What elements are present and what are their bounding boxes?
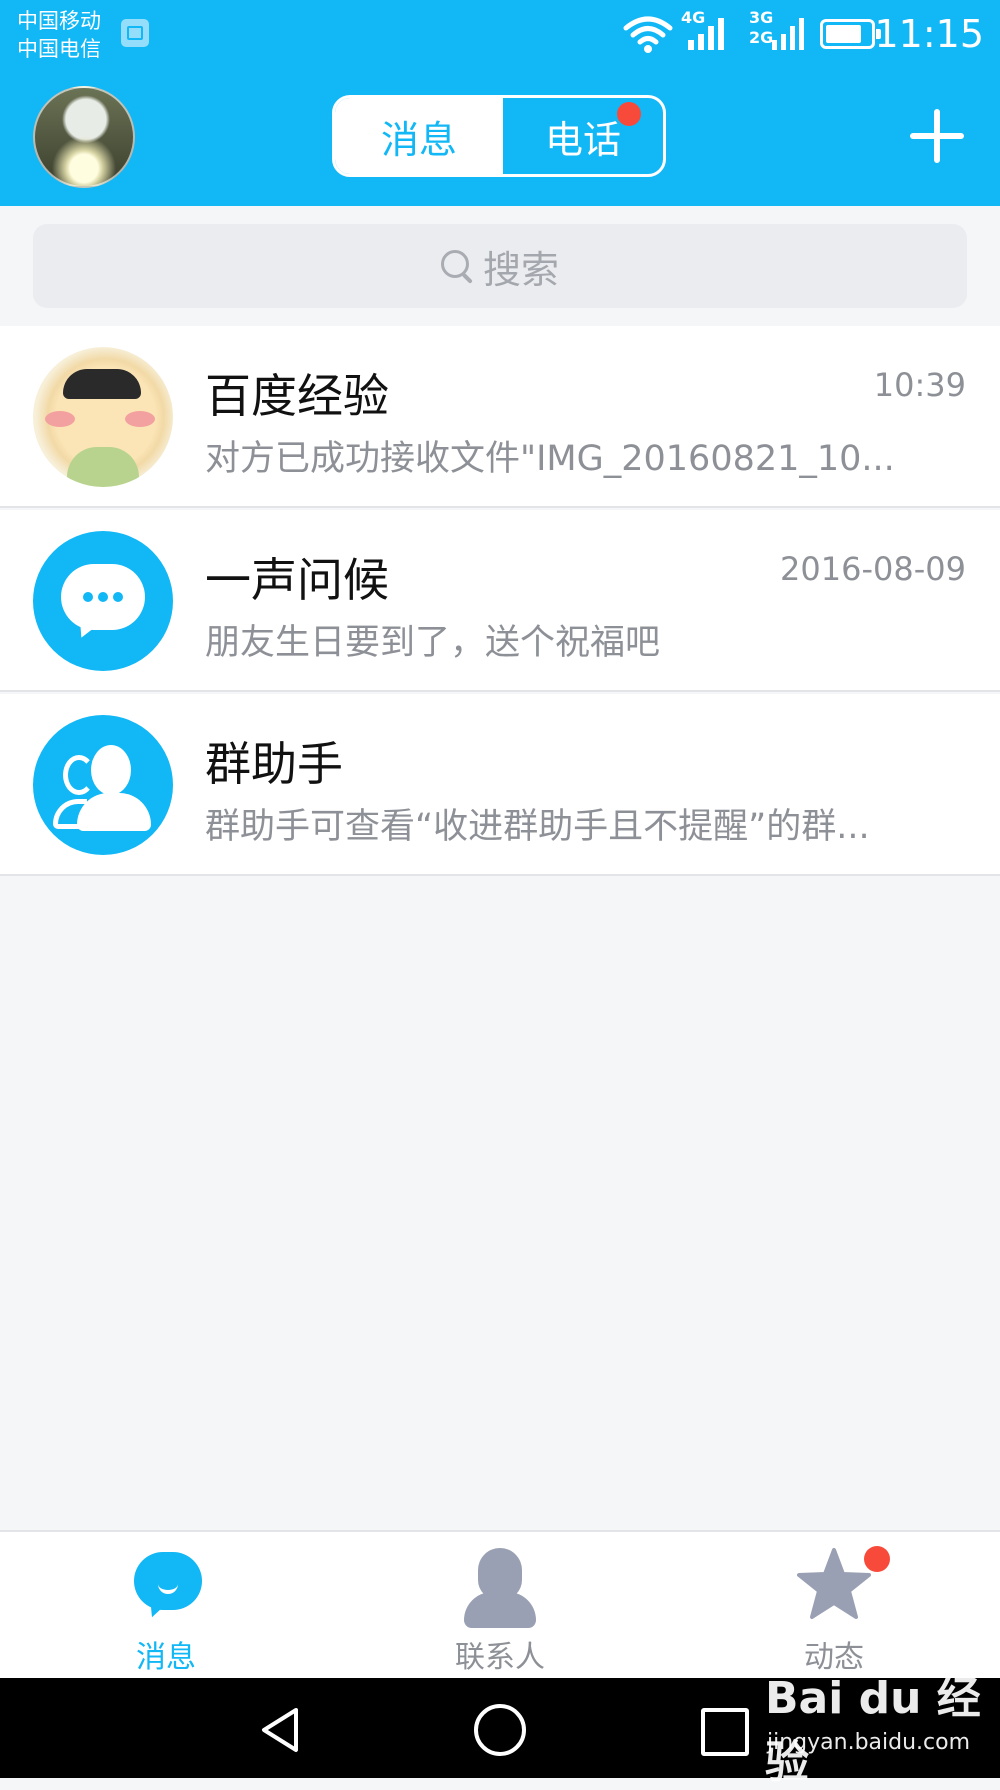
chat-icon bbox=[134, 1552, 202, 1610]
star-icon bbox=[797, 1548, 871, 1619]
profile-avatar[interactable] bbox=[33, 86, 135, 188]
conversation-row[interactable]: 一声问候 2016-08-09 朋友生日要到了，送个祝福吧 bbox=[0, 510, 1000, 692]
cartoon-avatar bbox=[33, 347, 173, 487]
battery-icon bbox=[820, 19, 881, 49]
calls-badge bbox=[617, 102, 641, 126]
search-bar[interactable]: 搜索 bbox=[33, 224, 967, 308]
carrier-label-1: 中国移动 bbox=[17, 9, 101, 33]
nav-messages-label: 消息 bbox=[136, 1640, 196, 1675]
watermark-url: jingyan.baidu.com bbox=[767, 1730, 971, 1755]
tab-calls[interactable]: 电话 bbox=[503, 98, 663, 174]
nav-contacts[interactable]: 联系人 bbox=[400, 1532, 600, 1680]
group-icon bbox=[33, 715, 173, 855]
conversation-row[interactable]: 群助手 群助手可查看“收进群助手且不提醒”的群... bbox=[0, 694, 1000, 876]
recent-apps-icon[interactable] bbox=[701, 1708, 749, 1756]
wifi-icon bbox=[623, 16, 673, 53]
add-icon[interactable] bbox=[910, 109, 964, 163]
conversation-time: 10:39 bbox=[873, 366, 966, 404]
signal-icon-1 bbox=[688, 18, 724, 50]
search-icon bbox=[440, 250, 473, 282]
conversation-row[interactable]: 百度经验 10:39 对方已成功接收文件"IMG_20160821_10... bbox=[0, 326, 1000, 508]
moments-badge bbox=[864, 1546, 890, 1572]
conversation-preview: 朋友生日要到了，送个祝福吧 bbox=[205, 623, 661, 663]
search-placeholder: 搜索 bbox=[482, 247, 559, 292]
home-icon[interactable] bbox=[474, 1704, 526, 1756]
conversation-title: 百度经验 bbox=[205, 369, 389, 423]
tab-calls-label: 电话 bbox=[544, 117, 621, 162]
conversation-preview: 对方已成功接收文件"IMG_20160821_10... bbox=[205, 439, 895, 479]
conversation-time: 2016-08-09 bbox=[780, 550, 966, 588]
conversation-preview: 群助手可查看“收进群助手且不提醒”的群... bbox=[205, 807, 870, 847]
conversation-title: 一声问候 bbox=[205, 553, 389, 607]
bottom-nav: 消息 联系人 动态 bbox=[0, 1530, 1000, 1678]
top-bar: 中国移动 中国电信 4G 3G 2G 11:15 消息 电话 bbox=[0, 0, 1000, 206]
nav-contacts-label: 联系人 bbox=[455, 1640, 545, 1675]
watermark-logo: Bai du 经验 bbox=[765, 1673, 981, 1788]
tab-messages[interactable]: 消息 bbox=[335, 98, 503, 174]
nav-moments[interactable]: 动态 bbox=[734, 1532, 934, 1680]
chat-bubble-icon bbox=[33, 531, 173, 671]
carrier-label-2: 中国电信 bbox=[17, 37, 101, 61]
message-call-switch: 消息 电话 bbox=[332, 95, 666, 177]
back-icon[interactable] bbox=[258, 1706, 302, 1754]
signal-icon-2 bbox=[772, 18, 804, 50]
nav-messages[interactable]: 消息 bbox=[66, 1532, 266, 1680]
status-time: 11:15 bbox=[874, 12, 984, 56]
conversation-title: 群助手 bbox=[205, 737, 343, 791]
image-notification-icon bbox=[121, 19, 149, 47]
